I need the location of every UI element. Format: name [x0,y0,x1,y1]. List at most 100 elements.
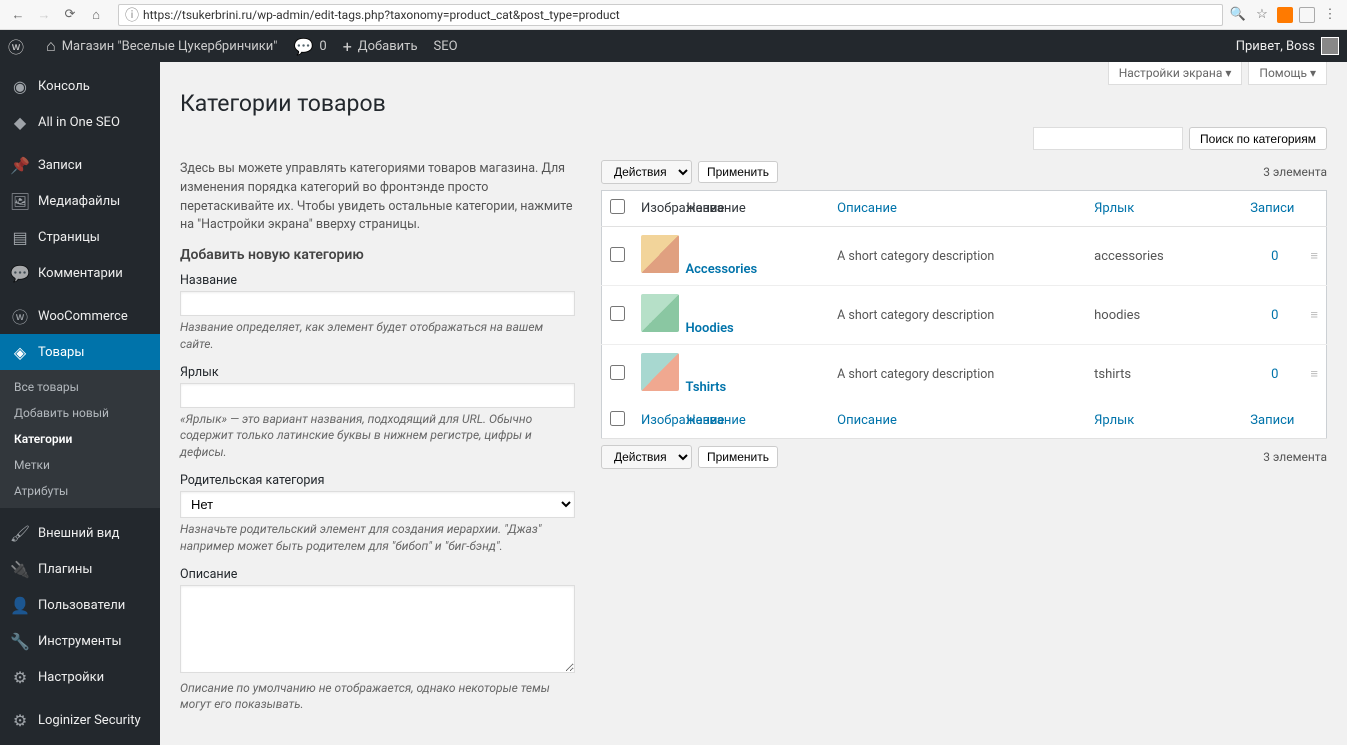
browser-toolbar: ← → ⟳ ⌂ ⓘ https://tsukerbrini.ru/wp-admi… [0,0,1347,30]
menu-appearance[interactable]: 🖌Внешний вид [0,515,160,551]
menu-comments[interactable]: 💬Комментарии [0,255,160,291]
col-posts-footer[interactable]: Записи [1213,403,1302,439]
menu-loginizer[interactable]: ⚙Loginizer Security [0,702,160,738]
plugin-icon: 🔌 [10,559,30,579]
select-all-header [602,191,634,227]
tablenav-bottom: Действия Применить 3 элемента [601,445,1327,469]
category-name-link[interactable]: Tshirts [685,380,726,395]
description-textarea[interactable] [180,585,575,673]
menu-tools[interactable]: 🔧Инструменты [0,623,160,659]
tablenav-top: Действия Применить 3 элемента [601,160,1327,184]
category-name-link[interactable]: Accessories [685,262,757,277]
bulk-actions-select-bottom[interactable]: Действия [601,445,692,469]
row-checkbox[interactable] [610,306,625,321]
home-icon[interactable]: ⌂ [86,5,106,25]
screen-options-tab[interactable]: Настройки экрана ▾ [1108,62,1243,85]
submenu-tags[interactable]: Метки [0,452,160,478]
items-count-top: 3 элемента [1263,165,1327,179]
search-box: Поиск по категориям [180,127,1327,150]
submenu-all-products[interactable]: Все товары [0,374,160,400]
menu-icon[interactable]: ⋮ [1321,6,1339,24]
ext-icon[interactable] [1277,7,1293,23]
ext2-icon[interactable] [1299,7,1315,23]
site-name-link[interactable]: ⌂Магазин "Веселые Цукербринчики" [46,36,277,56]
help-tab[interactable]: Помощь ▾ [1248,62,1327,85]
users-icon: 👤 [10,595,30,615]
search-icon[interactable]: 🔍 [1229,6,1247,24]
menu-settings[interactable]: ⚙Настройки [0,659,160,695]
col-desc[interactable]: Описание [829,191,1086,227]
comments-link[interactable]: 💬0 [293,37,326,56]
url-text: https://tsukerbrini.ru/wp-admin/edit-tag… [143,8,1216,22]
back-icon[interactable]: ← [8,5,28,25]
field-slug: Ярлык «Ярлык» — это вариант названия, по… [180,365,575,461]
seo-text: SEO [434,39,458,54]
menu-console[interactable]: ◉Консоль [0,68,160,104]
drag-handle-icon[interactable]: ≡ [1302,345,1326,404]
seo-link[interactable]: SEO [434,39,458,54]
add-new-link[interactable]: +Добавить [343,37,418,56]
select-all-checkbox[interactable] [610,199,625,214]
apply-button-top[interactable]: Применить [698,161,778,183]
search-input[interactable] [1033,127,1183,150]
menu-woocommerce[interactable]: ⓦWooCommerce [0,298,160,334]
drag-handle-icon[interactable]: ≡ [1302,286,1326,345]
category-thumb-icon [641,294,679,332]
star-icon[interactable]: ☆ [1253,6,1271,24]
slug-input[interactable] [180,383,575,408]
col-posts[interactable]: Записи [1213,191,1302,227]
category-desc: A short category description [829,286,1086,345]
wp-logo[interactable]: ⓦ [8,34,30,58]
drag-handle-icon[interactable]: ≡ [1302,227,1326,286]
wordpress-icon: ⓦ [8,34,24,58]
menu-media[interactable]: 🖼Медиафайлы [0,183,160,219]
category-slug: tshirts [1086,345,1213,404]
apply-button-bottom[interactable]: Применить [698,446,778,468]
submenu-add-product[interactable]: Добавить новый [0,400,160,426]
name-label: Название [180,273,575,288]
col-slug[interactable]: Ярлык [1086,191,1213,227]
menu-posts[interactable]: 📌Записи [0,147,160,183]
screen-meta-links: Настройки экрана ▾ Помощь ▾ [1108,62,1327,85]
items-count-bottom: 3 элемента [1263,450,1327,464]
reload-icon[interactable]: ⟳ [60,5,80,25]
menu-products[interactable]: ◈Товары [0,334,160,370]
parent-label: Родительская категория [180,473,575,488]
parent-select[interactable]: Нет [180,491,575,518]
products-submenu: Все товары Добавить новый Категории Метк… [0,370,160,508]
menu-users[interactable]: 👤Пользователи [0,587,160,623]
table-row: Tshirts A short category description tsh… [602,345,1327,404]
category-count-link[interactable]: 0 [1271,308,1278,323]
category-desc: A short category description [829,227,1086,286]
menu-plugins[interactable]: 🔌Плагины [0,551,160,587]
description-desc: Описание по умолчанию не отображается, о… [180,680,575,714]
category-name-link[interactable]: Hoodies [685,321,733,336]
search-button[interactable]: Поиск по категориям [1189,127,1327,150]
col-image: ИзображениеНазвание [633,191,829,227]
name-desc: Название определяет, как элемент будет о… [180,319,575,353]
row-checkbox[interactable] [610,247,625,262]
row-checkbox[interactable] [610,365,625,380]
select-all-checkbox-footer[interactable] [610,411,625,426]
submenu-categories[interactable]: Категории [0,426,160,452]
user-menu[interactable]: Привет, Boss [1236,37,1339,55]
col-slug-footer[interactable]: Ярлык [1086,403,1213,439]
menu-pages[interactable]: ▤Страницы [0,219,160,255]
categories-table: ИзображениеНазвание Описание Ярлык Запис… [601,190,1327,439]
parent-desc: Назначьте родительский элемент для созда… [180,521,575,555]
greeting-text: Привет, Boss [1236,39,1315,54]
submenu-attributes[interactable]: Атрибуты [0,478,160,504]
menu-aioseo[interactable]: ◆All in One SEO [0,104,160,140]
avatar [1321,37,1339,55]
select-all-footer [602,403,634,439]
category-count-link[interactable]: 0 [1271,367,1278,382]
bulk-actions-select[interactable]: Действия [601,160,692,184]
category-count-link[interactable]: 0 [1271,249,1278,264]
woo-icon: ⓦ [10,306,30,326]
field-name: Название Название определяет, как элемен… [180,273,575,353]
admin-menu: ◉Консоль ◆All in One SEO 📌Записи 🖼Медиаф… [0,62,160,745]
col-desc-footer[interactable]: Описание [829,403,1086,439]
forward-icon[interactable]: → [34,5,54,25]
name-input[interactable] [180,291,575,316]
url-bar[interactable]: ⓘ https://tsukerbrini.ru/wp-admin/edit-t… [118,4,1223,26]
